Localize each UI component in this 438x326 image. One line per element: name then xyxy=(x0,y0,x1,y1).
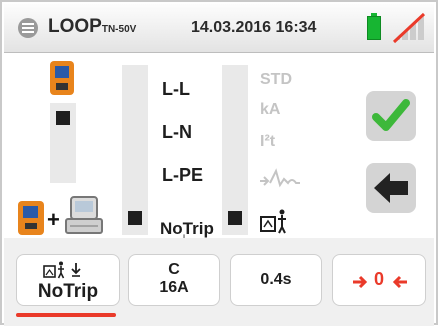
loop-settings-panel: + L-L L-N L-PE NoTrip ⏚ STD kA I²t xyxy=(4,53,434,246)
checkmark-icon xyxy=(372,99,410,131)
calc-option-i2t[interactable]: I²t xyxy=(260,133,275,151)
trip-curve-icon[interactable] xyxy=(258,165,304,193)
page-title: LOOPTN-50V xyxy=(48,16,136,38)
mcb-current-value: 16A xyxy=(159,279,189,296)
zero-label: 0 xyxy=(374,269,385,289)
zero-calibration-button[interactable]: 0 xyxy=(332,254,426,306)
date-time: 14.03.2016 16:34 xyxy=(191,19,317,36)
title-sub: TN-50V xyxy=(101,24,137,35)
back-button[interactable] xyxy=(366,163,416,213)
mode-option-l-l[interactable]: L-L xyxy=(162,79,190,100)
rcd-mode-button[interactable]: NoTrip xyxy=(16,254,120,306)
mode-option-l-n[interactable]: L-N xyxy=(162,122,192,143)
mode-option-l-pe[interactable]: L-PE xyxy=(162,165,203,186)
battery-full-icon xyxy=(367,13,381,40)
mode-selector-track[interactable] xyxy=(122,65,148,235)
tester-plus-remote-probe-icon[interactable]: + xyxy=(18,193,118,237)
tester-icon xyxy=(50,61,74,95)
title-main: LOOP xyxy=(48,16,102,37)
menu-icon[interactable] xyxy=(18,18,38,38)
mcb-rating-button[interactable]: C 16A xyxy=(128,254,220,306)
calc-option-std[interactable]: STD xyxy=(260,71,292,89)
calc-option-ka[interactable]: kA xyxy=(260,101,280,119)
arrow-left-icon xyxy=(374,173,408,203)
remote-probe-icon xyxy=(65,196,103,234)
calc-selector-track[interactable] xyxy=(222,65,248,235)
probe-option-marker[interactable] xyxy=(56,111,70,125)
confirm-button[interactable] xyxy=(366,91,416,141)
no-wireless-signal-icon xyxy=(392,12,426,44)
instrument-screen: LOOPTN-50V 14.03.2016 16:34 + L-L L-N L-… xyxy=(0,0,438,326)
trip-time-button[interactable]: 0.4s xyxy=(230,254,322,306)
selected-tab-indicator xyxy=(16,313,116,317)
rcd-earth-icon[interactable] xyxy=(260,209,290,235)
mode-selection-marker[interactable] xyxy=(128,211,142,225)
rcd-mode-value: NoTrip xyxy=(37,281,99,302)
calc-selection-marker[interactable] xyxy=(228,211,242,225)
rcd-earth-icon xyxy=(43,261,81,279)
mcb-curve-value: C xyxy=(168,261,180,278)
status-bar: LOOPTN-50V 14.03.2016 16:34 xyxy=(4,4,434,53)
trip-time-value: 0.4s xyxy=(260,271,292,288)
